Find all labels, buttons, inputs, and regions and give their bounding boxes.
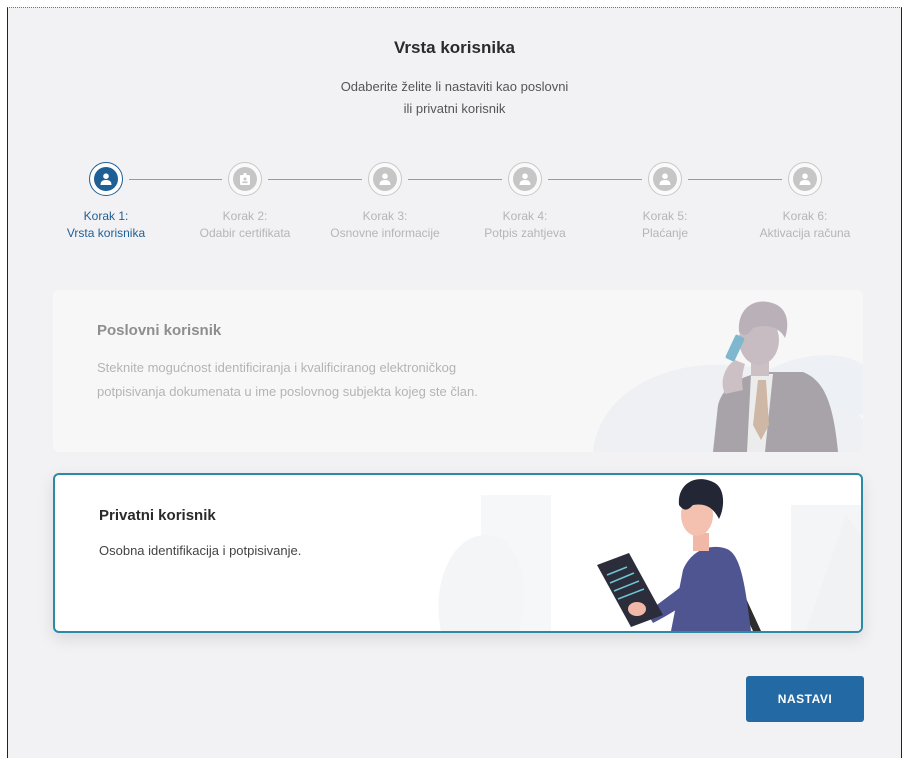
step-2[interactable]: Korak 2: Odabir certifikata — [185, 162, 305, 242]
private-card-description: Osobna identifikacija i potpisivanje. — [99, 543, 302, 558]
step-4-circle — [508, 162, 542, 196]
step-3-circle — [368, 162, 402, 196]
person-reading-illustration — [438, 479, 861, 631]
step-1-label: Vrsta korisnika — [66, 226, 146, 240]
step-5-circle — [648, 162, 682, 196]
step-1[interactable]: Korak 1: Vrsta korisnika — [46, 162, 166, 242]
step-2-circle — [228, 162, 262, 196]
user-icon — [799, 173, 811, 185]
user-icon — [519, 173, 531, 185]
step-4-label: Potpis zahtjeva — [484, 226, 566, 240]
user-icon — [100, 173, 112, 185]
step-6-circle — [788, 162, 822, 196]
businessman-phone-illustration — [593, 301, 863, 452]
step-1-circle — [89, 162, 123, 196]
progress-stepper: Korak 1: Vrsta korisnika Korak 2: Odabir… — [8, 162, 901, 262]
id-badge-icon — [240, 173, 250, 185]
business-desc-line-2: potpisivanja dokumenata u ime poslovnog … — [97, 384, 478, 399]
page-title: Vrsta korisnika — [394, 38, 515, 57]
subtitle-line-2: ili privatni korisnik — [403, 101, 506, 116]
user-icon — [659, 173, 671, 185]
step-5[interactable]: Korak 5: Plaćanje — [605, 162, 725, 242]
step-3[interactable]: Korak 3: Osnovne informacije — [325, 162, 445, 242]
business-user-card[interactable]: Poslovni korisnik Steknite mogućnost ide… — [53, 290, 863, 452]
step-5-label: Plaćanje — [641, 226, 689, 240]
step-4-number: Korak 4: — [502, 209, 548, 223]
page-subtitle: Odaberite želite li nastaviti kao poslov… — [8, 76, 901, 120]
step-2-number: Korak 2: — [222, 209, 268, 223]
next-button[interactable]: NASTAVI — [746, 676, 864, 722]
private-user-card[interactable]: Privatni korisnik Osobna identifikacija … — [53, 473, 863, 633]
business-desc-line-1: Steknite mogućnost identificiranja i kva… — [97, 360, 457, 375]
user-icon — [379, 173, 391, 185]
business-card-title: Poslovni korisnik — [97, 322, 222, 339]
private-card-title: Privatni korisnik — [99, 507, 216, 524]
wizard-frame: Vrsta korisnika Odaberite želite li nast… — [7, 7, 902, 758]
subtitle-line-1: Odaberite želite li nastaviti kao poslov… — [340, 79, 569, 94]
step-3-number: Korak 3: — [362, 209, 408, 223]
business-card-description: Steknite mogućnost identificiranja i kva… — [97, 356, 537, 404]
step-2-label: Odabir certifikata — [199, 226, 291, 240]
step-3-label: Osnovne informacije — [330, 226, 440, 240]
step-5-number: Korak 5: — [642, 209, 688, 223]
step-4[interactable]: Korak 4: Potpis zahtjeva — [465, 162, 585, 242]
step-1-number: Korak 1: — [83, 209, 129, 223]
step-6[interactable]: Korak 6: Aktivacija računa — [745, 162, 865, 242]
step-6-number: Korak 6: — [782, 209, 828, 223]
step-6-label: Aktivacija računa — [759, 226, 851, 240]
